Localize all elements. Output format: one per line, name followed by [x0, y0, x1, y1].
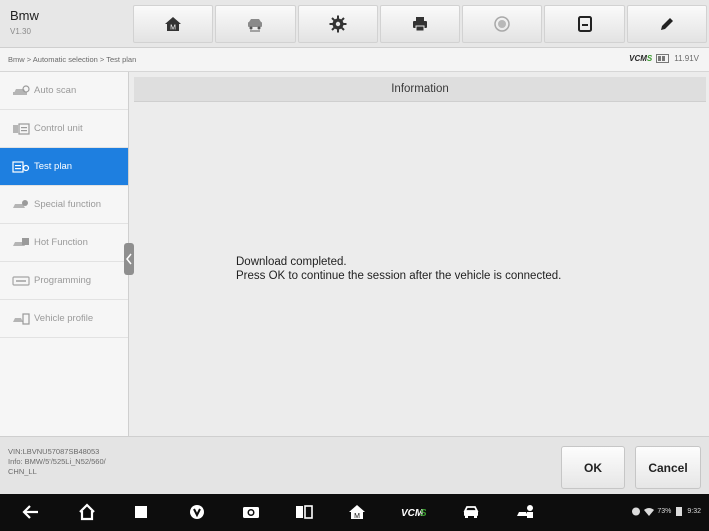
sidebar-item-vehicle-profile[interactable]: Vehicle profile — [0, 300, 128, 338]
camera-icon — [243, 507, 259, 518]
info-message: Download completed. Press OK to continue… — [236, 255, 561, 283]
chevron-left-icon — [126, 253, 132, 265]
notification-icon — [632, 507, 641, 516]
vehicle-swap-icon — [248, 19, 263, 32]
vehicle-info-line-2: CHN_LL — [8, 467, 37, 476]
screen-mirror-button[interactable] — [293, 502, 315, 522]
home-nav-button[interactable] — [76, 502, 98, 522]
vehicle-profile-icon — [12, 312, 30, 325]
vcm-button[interactable]: VCM S — [400, 502, 426, 522]
sidebar-item-special-function[interactable]: Special function — [0, 186, 128, 224]
sidebar-item-label: Programming — [34, 275, 92, 286]
sidebar-item-test-plan[interactable]: Test plan — [0, 148, 128, 186]
save-button[interactable] — [544, 5, 625, 43]
system-status: 73% 9:32 — [631, 507, 701, 516]
technician-icon — [517, 505, 533, 518]
breadcrumb: Bmw > Automatic selection > Test plan — [8, 55, 137, 64]
battery-percent: 73% — [657, 508, 672, 515]
app-window: Bmw V1.30 M Bmw > Automatic selection > … — [0, 0, 709, 531]
sidebar-item-programming[interactable]: Programming — [0, 262, 128, 300]
recent-apps-button[interactable] — [130, 502, 152, 522]
vcm-status: VCMS 11.91V — [629, 54, 699, 63]
vcm-icon: VCM S — [401, 508, 426, 519]
vcm-logo-suffix: S — [646, 54, 653, 63]
back-arrow-icon — [22, 505, 38, 519]
information-panel: Information Download completed. Press OK… — [134, 77, 706, 436]
sidebar-item-auto-scan[interactable]: Auto scan — [0, 72, 128, 110]
settings-gear-icon — [329, 15, 347, 33]
home-button[interactable]: M — [133, 5, 214, 43]
print-button[interactable] — [379, 5, 461, 43]
hot-function-icon — [12, 237, 30, 249]
sidebar-item-control-unit[interactable]: Control unit — [0, 110, 128, 148]
back-button[interactable] — [20, 502, 42, 522]
app-home-button[interactable]: M — [346, 502, 368, 522]
clock: 9:32 — [687, 508, 701, 515]
test-plan-icon — [12, 160, 30, 173]
breadcrumb-bar: Bmw > Automatic selection > Test plan VC… — [0, 48, 709, 72]
battery-level-icon — [676, 507, 683, 516]
sidebar-item-label: Control unit — [34, 123, 83, 134]
cancel-button[interactable]: Cancel — [635, 446, 701, 489]
sidebar-collapse-handle[interactable] — [124, 243, 134, 275]
sidebar-item-hot-function[interactable]: Hot Function — [0, 224, 128, 262]
vcm-icon-suffix: S — [420, 508, 426, 519]
edit-button[interactable] — [626, 5, 707, 43]
sidebar-item-label: Hot Function — [34, 237, 88, 248]
auto-scan-icon — [12, 84, 30, 97]
vehicle-menu-button[interactable] — [460, 502, 482, 522]
panel-header: Information — [134, 77, 706, 102]
vcm-logo-prefix: VCM — [629, 54, 647, 63]
ok-button[interactable]: OK — [561, 446, 625, 489]
vehicle-info-line-1: Info: BMW/5'/525Li_N52/560/ — [8, 457, 106, 466]
message-line-1: Download completed. — [236, 256, 347, 268]
system-navigation-bar: M VCM S 73% 9:32 — [0, 494, 709, 531]
top-toolbar: Bmw V1.30 M — [0, 0, 709, 48]
sidebar-item-label: Auto scan — [34, 85, 77, 96]
message-line-2: Press OK to continue the session after t… — [236, 270, 562, 282]
vehicle-info: VIN:LBVNU57087SB48053 Info: BMW/5'/525Li… — [8, 447, 106, 477]
browser-icon — [190, 505, 204, 519]
app-home-icon: M — [349, 505, 365, 520]
home-icon: M — [165, 17, 182, 32]
edit-pen-icon — [660, 18, 673, 30]
camera-button[interactable] — [240, 502, 262, 522]
sidebar-item-label: Vehicle profile — [34, 313, 94, 324]
browser-button[interactable] — [186, 502, 208, 522]
toolbar-buttons: M — [133, 5, 709, 43]
app-home-icon-label: M — [354, 513, 360, 520]
vehicle-swap-button[interactable] — [215, 5, 296, 43]
voltage-readout: 11.91V — [674, 54, 699, 63]
car-icon — [463, 506, 479, 518]
recent-apps-icon — [135, 506, 147, 518]
home-nav-icon — [79, 503, 95, 521]
programming-icon — [12, 275, 30, 287]
control-unit-icon — [12, 122, 30, 135]
screen-mirror-icon — [296, 505, 313, 519]
home-icon-label: M — [170, 25, 176, 32]
help-button[interactable] — [462, 5, 543, 43]
technician-button[interactable] — [514, 502, 536, 522]
help-icon — [494, 16, 511, 32]
vin-text: VIN:LBVNU57087SB48053 — [8, 447, 100, 456]
sidebar-item-label: Test plan — [34, 161, 73, 172]
save-icon — [577, 16, 592, 32]
vcm-logo: VCMS — [629, 54, 652, 63]
function-sidebar: Auto scan Control unit Test plan Special… — [0, 72, 129, 436]
special-function-icon — [12, 199, 30, 211]
print-icon — [412, 17, 427, 32]
settings-button[interactable] — [297, 5, 378, 43]
sidebar-item-label: Special function — [34, 199, 102, 210]
wifi-icon — [644, 508, 655, 516]
app-version: V1.30 — [10, 27, 31, 36]
app-title: Bmw — [10, 8, 39, 23]
battery-icon — [656, 54, 670, 63]
footer-bar: VIN:LBVNU57087SB48053 Info: BMW/5'/525Li… — [0, 436, 709, 494]
